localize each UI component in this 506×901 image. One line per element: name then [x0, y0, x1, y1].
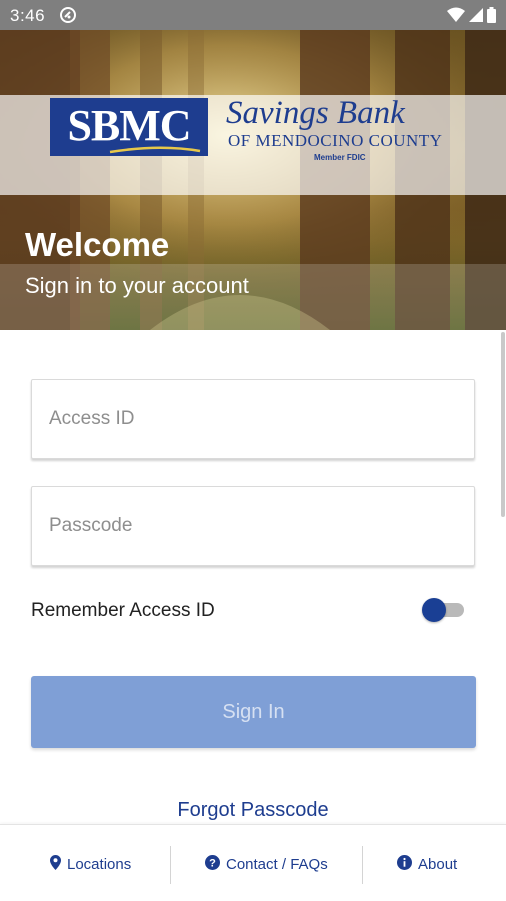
- nav-about-label: About: [418, 856, 458, 873]
- passcode-input[interactable]: [32, 487, 474, 565]
- sign-in-button[interactable]: Sign In: [31, 676, 476, 748]
- hero-header: SBMC Savings Bank OF MENDOCINO COUNTY Me…: [0, 30, 506, 330]
- nav-locations[interactable]: Locations: [50, 855, 131, 874]
- scrollbar[interactable]: [501, 332, 505, 517]
- bank-name: Savings Bank: [226, 95, 405, 131]
- welcome-title: Welcome: [25, 226, 170, 263]
- nav-divider: [170, 846, 171, 884]
- nav-contact-label: Contact / FAQs: [226, 856, 328, 873]
- nav-about[interactable]: About: [397, 855, 457, 874]
- logo-band: SBMC Savings Bank OF MENDOCINO COUNTY Me…: [0, 95, 506, 195]
- status-time: 3:46: [10, 6, 46, 25]
- help-icon: ?: [205, 855, 220, 874]
- passcode-field[interactable]: [31, 486, 475, 566]
- welcome-subtitle: Sign in to your account: [25, 273, 249, 298]
- status-bar: 3:46: [0, 0, 506, 30]
- wifi-icon: [447, 7, 465, 28]
- nav-divider: [362, 846, 363, 884]
- access-id-field[interactable]: [31, 379, 475, 459]
- nav-locations-label: Locations: [67, 856, 132, 873]
- info-icon: [397, 855, 412, 874]
- remember-access-id-label: Remember Access ID: [31, 600, 215, 621]
- fdic-label: Member FDIC: [314, 153, 366, 162]
- bank-subtitle: OF MENDOCINO COUNTY: [228, 131, 443, 150]
- signal-icon: [469, 7, 483, 28]
- svg-text:?: ?: [209, 858, 216, 870]
- access-id-input[interactable]: [32, 380, 474, 458]
- nav-contact[interactable]: ? Contact / FAQs: [205, 855, 328, 874]
- toggle-thumb: [422, 598, 446, 622]
- bottom-nav: Locations ? Contact / FAQs About: [0, 824, 506, 901]
- battery-icon: [487, 7, 496, 28]
- logo-swoosh: [109, 146, 201, 154]
- remember-access-id-toggle[interactable]: [422, 598, 466, 622]
- location-pin-icon: [50, 855, 61, 874]
- forgot-passcode-link[interactable]: Forgot Passcode: [0, 799, 506, 822]
- app-notification-icon: [60, 7, 76, 23]
